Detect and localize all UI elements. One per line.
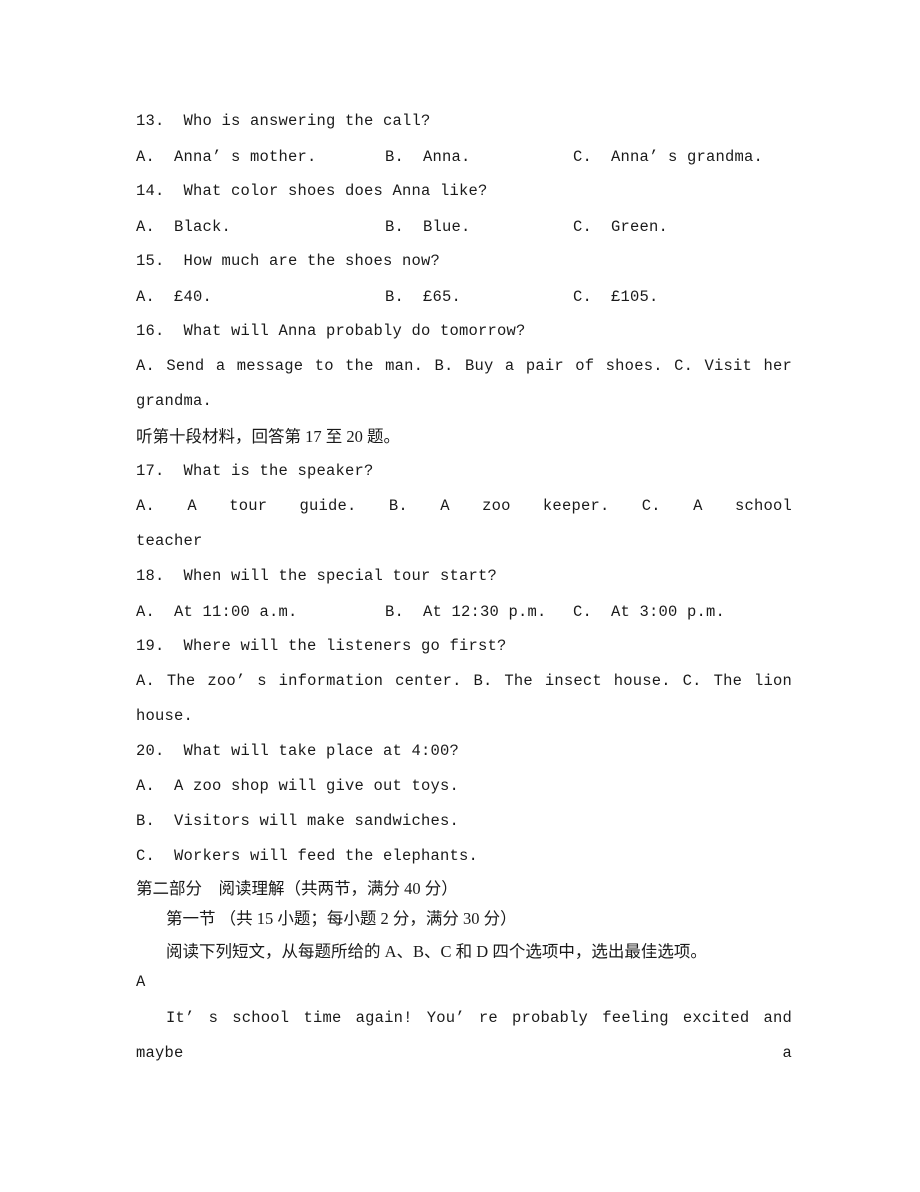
question-14-options: A. Black. B. Blue. C. Green. xyxy=(136,209,792,244)
question-20-option-a[interactable]: A. A zoo shop will give out toys. xyxy=(136,778,459,795)
question-20-option-c[interactable]: C. Workers will feed the elephants. xyxy=(136,848,478,865)
question-14-stem-row: 14. What color shoes does Anna like? xyxy=(136,174,792,209)
question-19-options-line[interactable]: A. The zoo’ s information center. B. The… xyxy=(136,664,792,699)
passage-first-line: It’ s school time again! You’ re probabl… xyxy=(136,1009,792,1062)
question-14-option-b[interactable]: B. Blue. xyxy=(385,218,471,236)
question-14-stem: 14. What color shoes does Anna like? xyxy=(136,181,488,200)
question-13-stem: 13. Who is answering the call? xyxy=(136,111,431,130)
question-20-option-b-row: B. Visitors will make sandwiches. xyxy=(136,804,792,839)
question-15-options: A. £40. B. £65. C. £105. xyxy=(136,279,792,314)
reading-subsection-title: 第一节 （共 15 小题；每小题 2 分，满分 30 分） xyxy=(166,909,517,928)
question-18-option-b[interactable]: B. At 12:30 p.m. xyxy=(385,603,547,621)
question-14-option-c[interactable]: C. Green. xyxy=(573,218,668,236)
page-content: 13. Who is answering the call? A. Anna’ … xyxy=(136,104,792,1071)
question-17-options-line[interactable]: A. A tour guide. B. A zoo keeper. C. A s… xyxy=(136,489,792,524)
listening-material-notice: 听第十段材料，回答第 17 至 20 题。 xyxy=(136,427,400,446)
question-19-options-wrap: house. xyxy=(136,707,194,725)
question-13-option-c[interactable]: C. Anna’ s grandma. xyxy=(573,148,763,166)
exam-paper-page: 13. Who is answering the call? A. Anna’ … xyxy=(0,0,920,1192)
question-16-stem-row: 16. What will Anna probably do tomorrow? xyxy=(136,314,792,349)
question-15-stem-row: 15. How much are the shoes now? xyxy=(136,244,792,279)
question-18-stem: 18. When will the special tour start? xyxy=(136,566,498,585)
question-20-option-c-row: C. Workers will feed the elephants. xyxy=(136,839,792,874)
question-16-stem: 16. What will Anna probably do tomorrow? xyxy=(136,321,526,340)
passage-marker-a: A xyxy=(136,973,146,991)
reading-instruction: 阅读下列短文，从每题所给的 A、B、C 和 D 四个选项中，选出最佳选项。 xyxy=(166,942,707,961)
question-18-options: A. At 11:00 a.m. B. At 12:30 p.m. C. At … xyxy=(136,594,792,629)
question-20-stem: 20. What will take place at 4:00? xyxy=(136,741,460,760)
question-20-option-a-row: A. A zoo shop will give out toys. xyxy=(136,769,792,804)
question-16-options-wrap: grandma. xyxy=(136,392,213,410)
question-13-option-b[interactable]: B. Anna. xyxy=(385,148,471,166)
question-17-stem: 17. What is the speaker? xyxy=(136,461,374,480)
question-15-option-a[interactable]: A. £40. xyxy=(136,288,212,306)
question-13-options: A. Anna’ s mother. B. Anna. C. Anna’ s g… xyxy=(136,139,792,174)
question-15-stem: 15. How much are the shoes now? xyxy=(136,251,441,270)
question-17-stem-row: 17. What is the speaker? xyxy=(136,454,792,489)
question-15-option-c[interactable]: C. £105. xyxy=(573,288,659,306)
question-16-options-line[interactable]: A. Send a message to the man. B. Buy a p… xyxy=(136,349,792,384)
question-19-stem-row: 19. Where will the listeners go first? xyxy=(136,629,792,664)
question-15-option-b[interactable]: B. £65. xyxy=(385,288,461,306)
question-18-option-c[interactable]: C. At 3:00 p.m. xyxy=(573,603,725,621)
question-20-stem-row: 20. What will take place at 4:00? xyxy=(136,734,792,769)
question-18-stem-row: 18. When will the special tour start? xyxy=(136,559,792,594)
question-17-options-wrap: teacher xyxy=(136,532,203,550)
question-13-option-a[interactable]: A. Anna’ s mother. xyxy=(136,148,317,166)
question-19-stem: 19. Where will the listeners go first? xyxy=(136,636,507,655)
reading-part-title: 第二部分 阅读理解（共两节，满分 40 分） xyxy=(136,879,458,898)
question-20-option-b[interactable]: B. Visitors will make sandwiches. xyxy=(136,813,459,830)
question-14-option-a[interactable]: A. Black. xyxy=(136,218,231,236)
question-13-stem-row: 13. Who is answering the call? xyxy=(136,104,792,139)
question-18-option-a[interactable]: A. At 11:00 a.m. xyxy=(136,603,298,621)
